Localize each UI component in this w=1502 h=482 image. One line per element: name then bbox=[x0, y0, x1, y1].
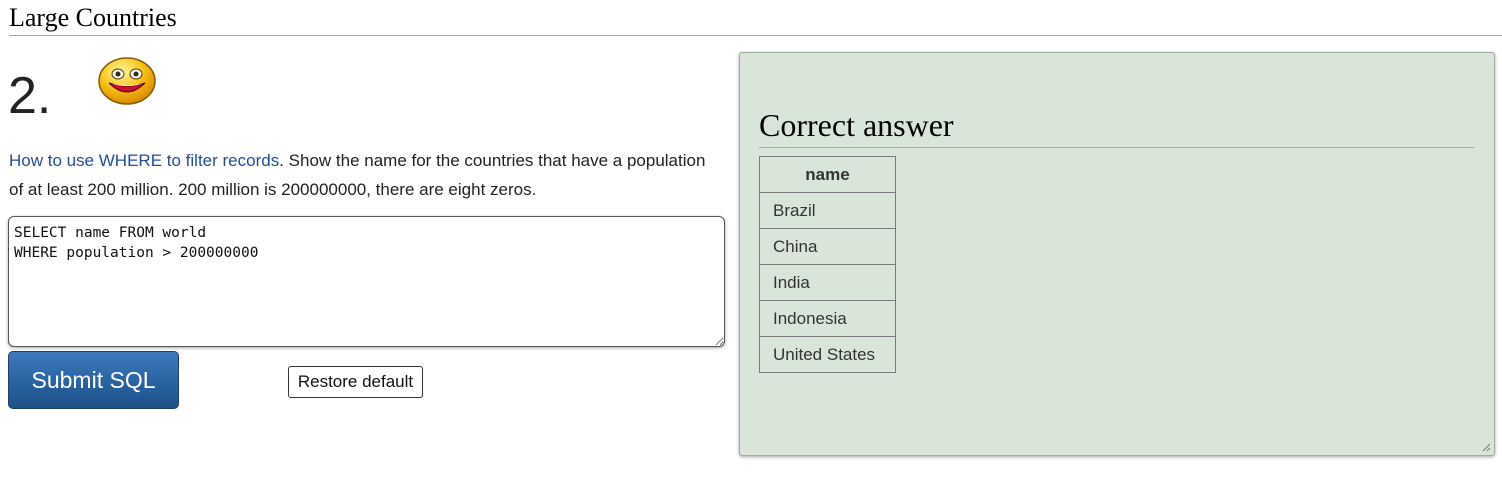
table-row: Indonesia bbox=[759, 300, 896, 337]
column-header-name: name bbox=[759, 156, 896, 193]
answer-table: name Brazil China India Indonesia United… bbox=[759, 156, 896, 373]
table-header-row: name bbox=[759, 156, 896, 193]
question-number: 2. bbox=[8, 67, 52, 125]
table-cell: China bbox=[759, 228, 896, 265]
page-title: Large Countries bbox=[9, 3, 1502, 36]
table-cell: United States bbox=[759, 336, 896, 373]
table-row: China bbox=[759, 228, 896, 265]
table-row: United States bbox=[759, 336, 896, 373]
resize-handle-icon[interactable] bbox=[1481, 442, 1491, 452]
restore-default-button[interactable]: Restore default bbox=[288, 366, 423, 398]
table-row: Brazil bbox=[759, 192, 896, 229]
table-cell: Brazil bbox=[759, 192, 896, 229]
question-text: How to use WHERE to filter records. Show… bbox=[9, 146, 709, 204]
table-cell: Indonesia bbox=[759, 300, 896, 337]
sql-editor-input[interactable]: SELECT name FROM world WHERE population … bbox=[8, 216, 725, 347]
correct-answer-panel: Correct answer name Brazil China India I… bbox=[739, 52, 1495, 456]
where-help-link[interactable]: How to use WHERE to filter records bbox=[9, 151, 279, 170]
correct-answer-title: Correct answer bbox=[759, 105, 1474, 148]
table-row: India bbox=[759, 264, 896, 301]
submit-sql-button[interactable]: Submit SQL bbox=[8, 351, 179, 409]
table-cell: India bbox=[759, 264, 896, 301]
smiley-face-icon bbox=[98, 57, 156, 105]
